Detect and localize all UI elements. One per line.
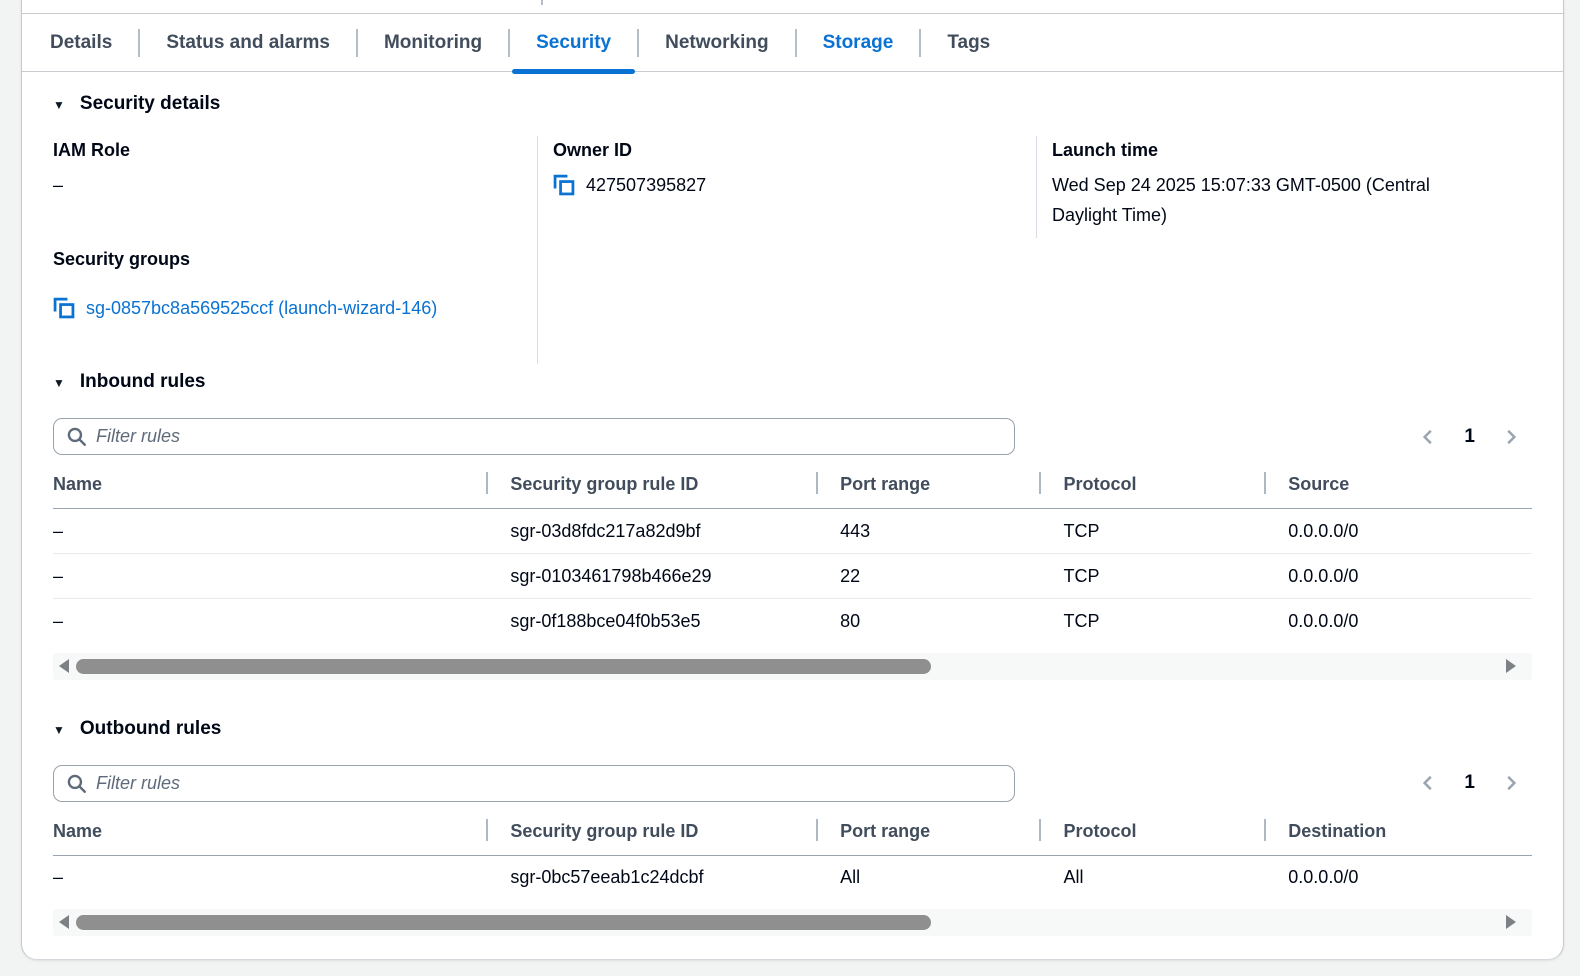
outbound-pagination: 1 bbox=[1419, 772, 1532, 794]
section-title: Security details bbox=[80, 93, 220, 115]
cell-name: – bbox=[53, 554, 486, 599]
inbound-pagination: 1 bbox=[1419, 426, 1532, 448]
scroll-right-icon[interactable] bbox=[1506, 915, 1516, 929]
col-header-name: Name bbox=[53, 468, 486, 509]
table-row: – sgr-0bc57eeab1c24dcbf All All 0.0.0.0/… bbox=[53, 855, 1532, 900]
column-divider bbox=[537, 136, 538, 364]
cell-protocol: TCP bbox=[1039, 599, 1264, 644]
security-group-link[interactable]: sg-0857bc8a569525ccf (launch-wizard-146) bbox=[86, 298, 437, 319]
cell-source: 0.0.0.0/0 bbox=[1264, 599, 1532, 644]
instance-details-panel: Details Status and alarms Monitoring Sec… bbox=[21, 0, 1564, 960]
collapse-triangle-icon: ▼ bbox=[53, 376, 65, 390]
tab-monitoring[interactable]: Monitoring bbox=[358, 14, 508, 71]
scroll-right-icon[interactable] bbox=[1506, 659, 1516, 673]
top-divider bbox=[22, 0, 1563, 14]
security-details-col-1: IAM Role – Security groups sg-0857bc8a56… bbox=[53, 140, 537, 319]
cell-port-range: 22 bbox=[816, 554, 1039, 599]
launch-time-value: Wed Sep 24 2025 15:07:33 GMT-0500 (Centr… bbox=[1052, 170, 1464, 230]
cell-rule-id: sgr-0f188bce04f0b53e5 bbox=[486, 599, 816, 644]
column-divider bbox=[1036, 136, 1037, 238]
table-row: – sgr-03d8fdc217a82d9bf 443 TCP 0.0.0.0/… bbox=[53, 509, 1532, 554]
table-header-row: Name Security group rule ID Port range P… bbox=[53, 815, 1532, 856]
cell-name: – bbox=[53, 855, 486, 900]
inbound-rules-table: Name Security group rule ID Port range P… bbox=[53, 468, 1532, 644]
outbound-horizontal-scrollbar bbox=[53, 909, 1532, 936]
previous-page-icon[interactable] bbox=[1419, 774, 1437, 792]
cell-protocol: TCP bbox=[1039, 554, 1264, 599]
col-header-protocol: Protocol bbox=[1039, 815, 1264, 856]
scrollbar-thumb[interactable] bbox=[76, 659, 931, 674]
cell-source: 0.0.0.0/0 bbox=[1264, 509, 1532, 554]
copy-icon[interactable] bbox=[53, 297, 75, 319]
page-number[interactable]: 1 bbox=[1464, 426, 1475, 448]
col-header-source: Source bbox=[1264, 468, 1532, 509]
cell-source: 0.0.0.0/0 bbox=[1264, 554, 1532, 599]
security-details-col-2: Owner ID 427507395827 bbox=[537, 140, 1036, 319]
next-page-icon[interactable] bbox=[1502, 774, 1520, 792]
search-icon bbox=[66, 773, 87, 794]
table-row: – sgr-0f188bce04f0b53e5 80 TCP 0.0.0.0/0 bbox=[53, 599, 1532, 644]
col-header-rule-id: Security group rule ID bbox=[486, 468, 816, 509]
security-details-grid: IAM Role – Security groups sg-0857bc8a56… bbox=[53, 140, 1532, 319]
inbound-horizontal-scrollbar bbox=[53, 653, 1532, 680]
outbound-filter-row: 1 bbox=[53, 765, 1532, 802]
collapse-triangle-icon: ▼ bbox=[53, 723, 65, 737]
inbound-rules-section-header[interactable]: ▼ Inbound rules bbox=[53, 371, 1532, 393]
iam-role-value: – bbox=[53, 170, 513, 200]
scroll-left-icon[interactable] bbox=[59, 915, 69, 929]
collapse-triangle-icon: ▼ bbox=[53, 98, 65, 112]
security-groups-label: Security groups bbox=[53, 249, 513, 270]
cell-rule-id: sgr-03d8fdc217a82d9bf bbox=[486, 509, 816, 554]
inbound-filter-input[interactable] bbox=[53, 418, 1015, 455]
outbound-filter-input[interactable] bbox=[53, 765, 1015, 802]
col-header-name: Name bbox=[53, 815, 486, 856]
launch-time-label: Launch time bbox=[1052, 140, 1508, 161]
owner-id-label: Owner ID bbox=[553, 140, 1012, 161]
section-title: Inbound rules bbox=[80, 371, 206, 393]
col-header-port-range: Port range bbox=[816, 815, 1039, 856]
copy-icon[interactable] bbox=[553, 174, 575, 196]
security-details-col-3: Launch time Wed Sep 24 2025 15:07:33 GMT… bbox=[1036, 140, 1532, 319]
search-icon bbox=[66, 426, 87, 447]
owner-id-value: 427507395827 bbox=[586, 170, 706, 200]
table-header-row: Name Security group rule ID Port range P… bbox=[53, 468, 1532, 509]
column-divider-fragment bbox=[541, 0, 543, 5]
tab-storage[interactable]: Storage bbox=[797, 14, 920, 71]
cell-port-range: All bbox=[816, 855, 1039, 900]
col-header-protocol: Protocol bbox=[1039, 468, 1264, 509]
table-row: – sgr-0103461798b466e29 22 TCP 0.0.0.0/0 bbox=[53, 554, 1532, 599]
cell-protocol: TCP bbox=[1039, 509, 1264, 554]
page-number[interactable]: 1 bbox=[1464, 772, 1475, 794]
cell-rule-id: sgr-0103461798b466e29 bbox=[486, 554, 816, 599]
security-details-section-header[interactable]: ▼ Security details bbox=[53, 93, 1532, 115]
outbound-rules-section-header[interactable]: ▼ Outbound rules bbox=[53, 718, 1532, 740]
inbound-filter-row: 1 bbox=[53, 418, 1532, 455]
scroll-left-icon[interactable] bbox=[59, 659, 69, 673]
col-header-port-range: Port range bbox=[816, 468, 1039, 509]
previous-page-icon[interactable] bbox=[1419, 428, 1437, 446]
cell-port-range: 80 bbox=[816, 599, 1039, 644]
col-header-rule-id: Security group rule ID bbox=[486, 815, 816, 856]
cell-port-range: 443 bbox=[816, 509, 1039, 554]
tab-tags[interactable]: Tags bbox=[921, 14, 1016, 71]
iam-role-label: IAM Role bbox=[53, 140, 513, 161]
tab-networking[interactable]: Networking bbox=[639, 14, 794, 71]
cell-name: – bbox=[53, 599, 486, 644]
tab-security[interactable]: Security bbox=[510, 14, 637, 71]
cell-name: – bbox=[53, 509, 486, 554]
cell-destination: 0.0.0.0/0 bbox=[1264, 855, 1532, 900]
tab-status-and-alarms[interactable]: Status and alarms bbox=[140, 14, 356, 71]
next-page-icon[interactable] bbox=[1502, 428, 1520, 446]
tab-bar: Details Status and alarms Monitoring Sec… bbox=[22, 14, 1563, 72]
scrollbar-thumb[interactable] bbox=[76, 915, 931, 930]
outbound-rules-table: Name Security group rule ID Port range P… bbox=[53, 815, 1532, 901]
cell-rule-id: sgr-0bc57eeab1c24dcbf bbox=[486, 855, 816, 900]
cell-protocol: All bbox=[1039, 855, 1264, 900]
tab-details[interactable]: Details bbox=[24, 14, 138, 71]
col-header-destination: Destination bbox=[1264, 815, 1532, 856]
section-title: Outbound rules bbox=[80, 718, 221, 740]
